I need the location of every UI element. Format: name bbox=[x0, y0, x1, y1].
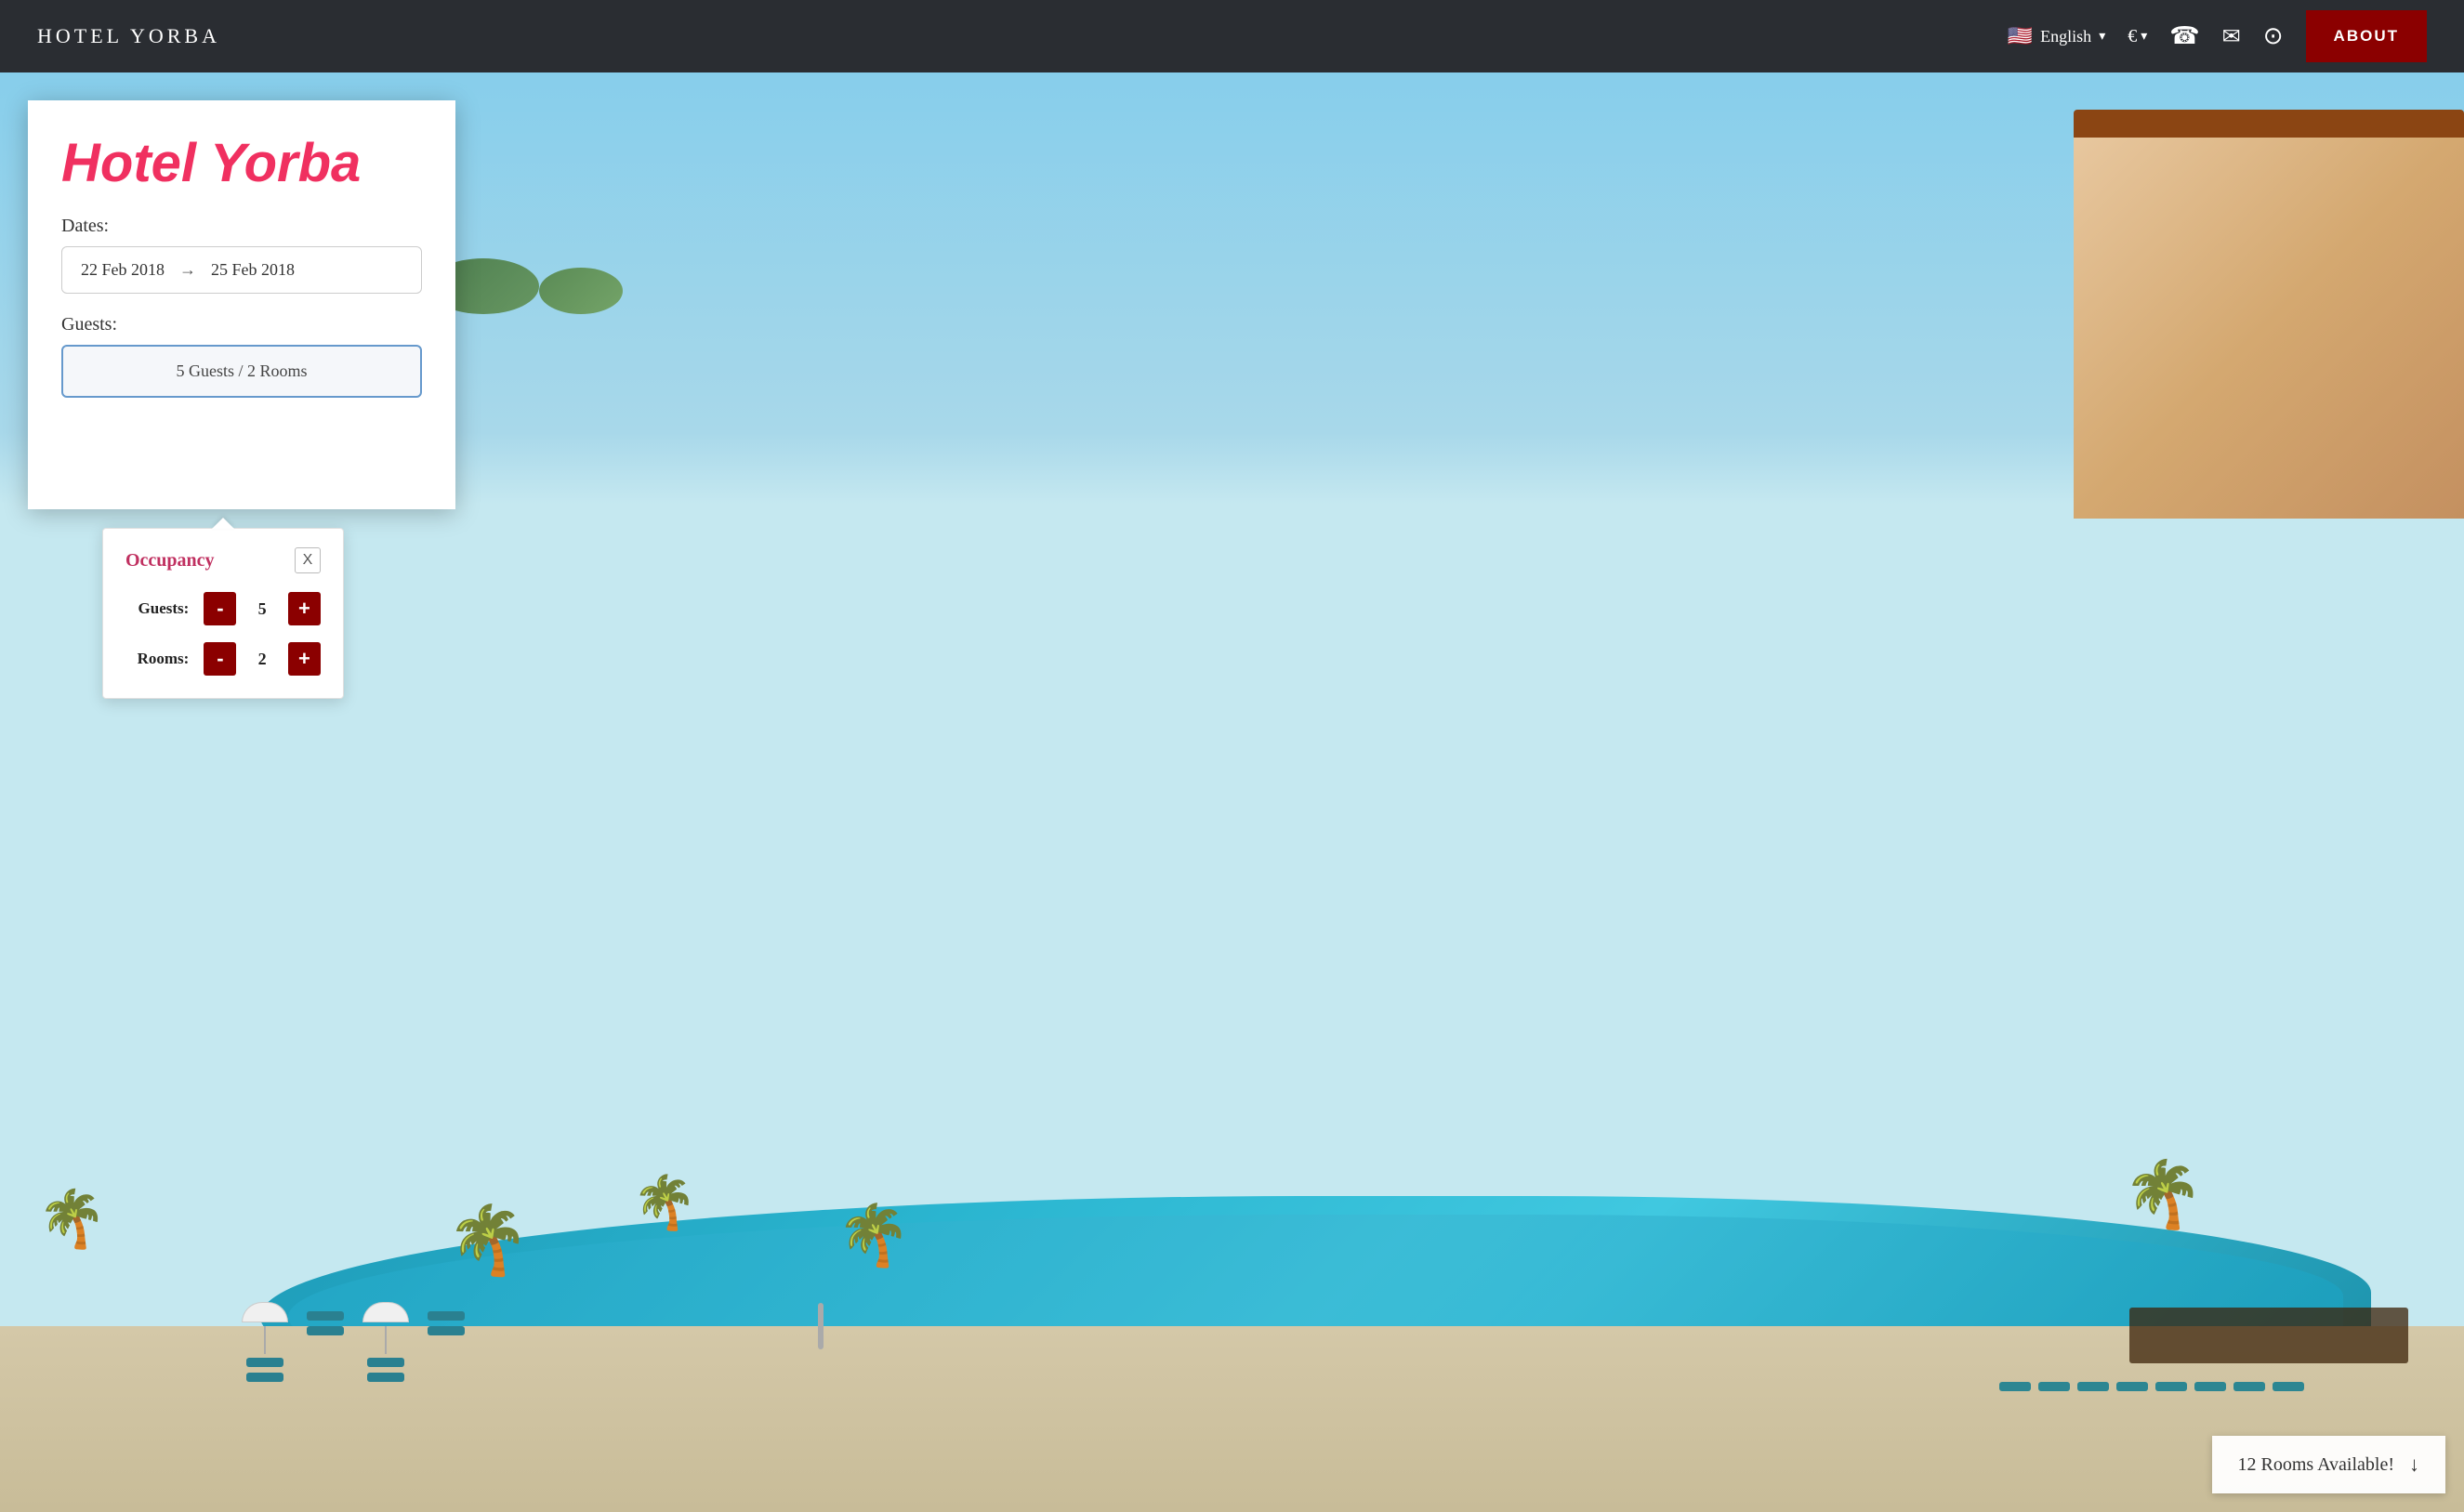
rooms-count: 2 bbox=[251, 650, 272, 669]
occupancy-title: Occupancy bbox=[125, 550, 215, 572]
occupancy-header: Occupancy X bbox=[125, 547, 321, 573]
language-selector[interactable]: 🇺🇸 English ▾ bbox=[2008, 24, 2105, 48]
lang-dropdown-icon: ▾ bbox=[2099, 29, 2105, 45]
currency-selector[interactable]: € ▾ bbox=[2128, 26, 2147, 47]
dates-input[interactable]: 22 Feb 2018 → 25 Feb 2018 bbox=[61, 246, 422, 294]
language-label: English bbox=[2040, 27, 2091, 46]
hotel-title: Hotel Yorba bbox=[61, 134, 422, 193]
guests-input[interactable]: 5 Guests / 2 Rooms bbox=[61, 345, 422, 398]
guests-row: Guests: - 5 + bbox=[125, 592, 321, 625]
phone-icon[interactable]: ☎ bbox=[2169, 22, 2199, 50]
rooms-minus-button[interactable]: - bbox=[204, 642, 236, 676]
rooms-row: Rooms: - 2 + bbox=[125, 642, 321, 676]
guests-count: 5 bbox=[251, 599, 272, 619]
bush-2 bbox=[539, 268, 623, 314]
dates-arrow-icon: → bbox=[179, 260, 196, 280]
flag-icon: 🇺🇸 bbox=[2008, 24, 2033, 48]
date-end: 25 Feb 2018 bbox=[211, 260, 295, 280]
palm-tree-5: 🌴 bbox=[2123, 1176, 2204, 1233]
rooms-occ-label: Rooms: bbox=[125, 650, 189, 668]
building-right bbox=[2074, 128, 2464, 519]
occupancy-popup: Occupancy X Guests: - 5 + Rooms: - 2 + bbox=[102, 528, 344, 699]
currency-label: € bbox=[2128, 26, 2137, 47]
guests-plus-button[interactable]: + bbox=[288, 592, 321, 625]
palm-tree-4: 🌴 bbox=[837, 1219, 911, 1270]
rooms-plus-button[interactable]: + bbox=[288, 642, 321, 676]
date-start: 22 Feb 2018 bbox=[81, 260, 165, 280]
hero-section: 🌴 🌴 🌴 🌴 🌴 bbox=[0, 72, 2464, 1512]
brand-name: HOTEL YORBA bbox=[37, 24, 220, 48]
booking-card: Hotel Yorba Dates: 22 Feb 2018 → 25 Feb … bbox=[28, 100, 455, 509]
currency-dropdown-icon: ▾ bbox=[2141, 29, 2147, 45]
rooms-arrow-icon: ↓ bbox=[2409, 1453, 2419, 1477]
guests-label: Guests: bbox=[61, 314, 422, 335]
guests-occ-label: Guests: bbox=[125, 599, 189, 618]
pergola bbox=[2129, 1308, 2408, 1363]
palm-tree-2: 🌴 bbox=[446, 1219, 530, 1280]
lounger-area-right bbox=[1999, 1382, 2371, 1391]
navbar: HOTEL YORBA 🇺🇸 English ▾ € ▾ ☎ ✉ ⊙ ABOUT bbox=[0, 0, 2464, 72]
pool-ladder bbox=[818, 1303, 824, 1349]
palm-tree-1: 🌴 bbox=[37, 1204, 107, 1252]
location-icon[interactable]: ⊙ bbox=[2263, 22, 2284, 50]
guests-value: 5 Guests / 2 Rooms bbox=[176, 362, 307, 380]
palm-tree-3: 🌴 bbox=[632, 1190, 697, 1233]
mail-icon[interactable]: ✉ bbox=[2222, 23, 2241, 50]
rooms-available-text: 12 Rooms Available! bbox=[2238, 1454, 2395, 1476]
lounger-area bbox=[242, 1302, 465, 1382]
occupancy-close-button[interactable]: X bbox=[295, 547, 321, 573]
guests-minus-button[interactable]: - bbox=[204, 592, 236, 625]
rooms-banner[interactable]: 12 Rooms Available! ↓ bbox=[2212, 1436, 2446, 1493]
about-button[interactable]: ABOUT bbox=[2306, 10, 2427, 62]
dates-label: Dates: bbox=[61, 216, 422, 237]
navbar-right: 🇺🇸 English ▾ € ▾ ☎ ✉ ⊙ ABOUT bbox=[2008, 10, 2427, 62]
